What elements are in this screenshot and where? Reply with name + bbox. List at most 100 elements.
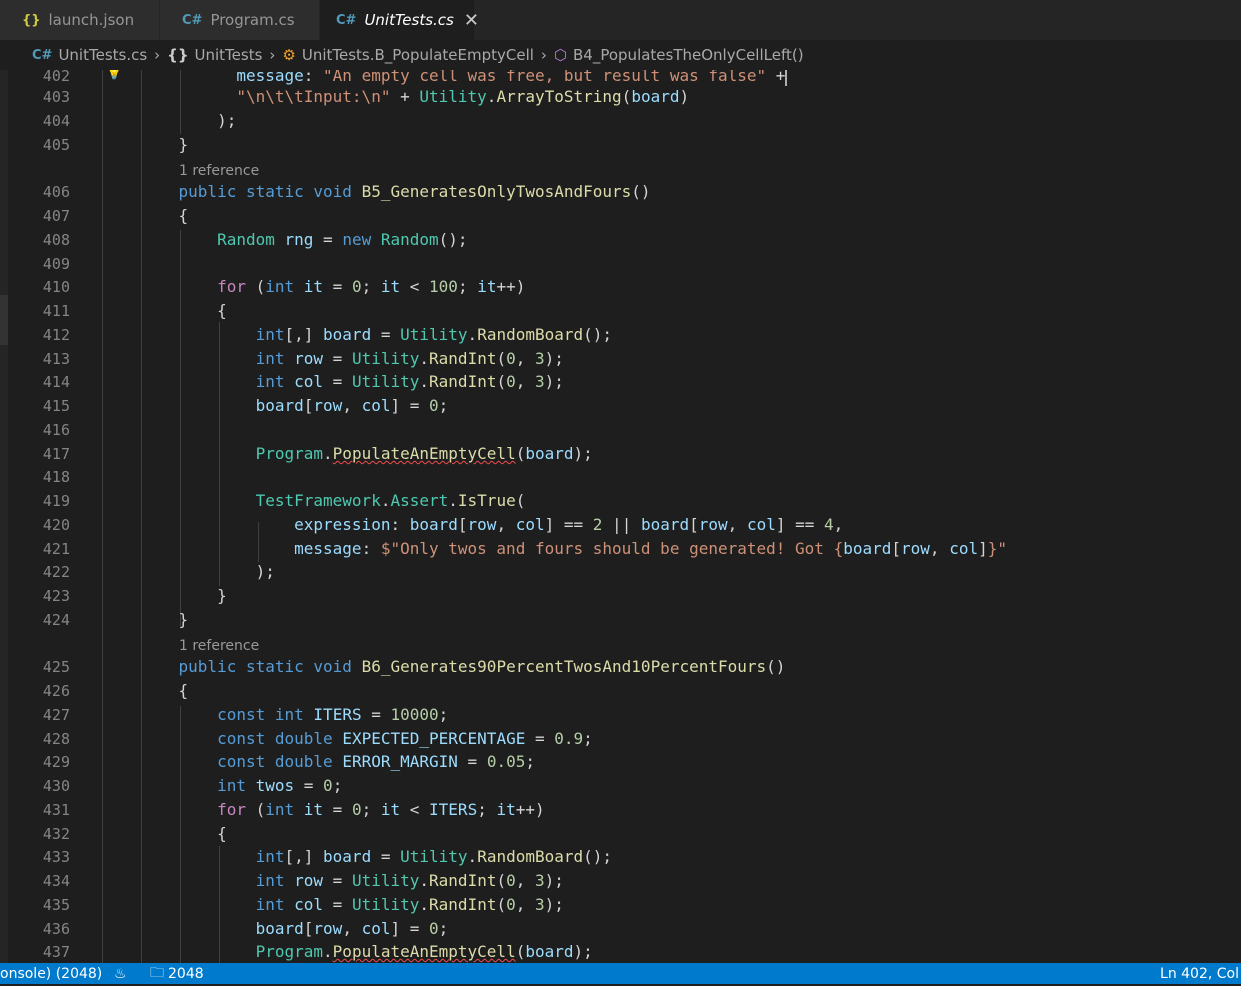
code-line[interactable]: 435 int col = Utility.RandInt(0, 3); [0,893,1241,917]
code-text: } [140,586,227,605]
line-number: 430 [42,777,70,795]
close-icon[interactable]: ✕ [464,10,479,31]
code-text: int col = Utility.RandInt(0, 3); [255,372,564,391]
code-line[interactable]: 408 Random rng = new Random(); [0,228,1241,252]
method-cube-icon: ⬡ [553,46,568,64]
chevron-right-icon: › [540,46,547,64]
line-number: 410 [42,278,70,296]
code-line[interactable]: 409 [0,252,1241,276]
code-text: ); [140,111,237,130]
code-line[interactable]: 419 TestFramework.Assert.IsTrue( [0,489,1241,513]
code-line[interactable]: 431 for (int it = 0; it < ITERS; it++) [0,798,1241,822]
code-text: public static void B5_GeneratesOnlyTwosA… [178,182,651,201]
code-text: Program.PopulateAnEmptyCell(board); [255,942,593,961]
line-number: 411 [42,302,70,320]
code-line[interactable]: 420 expression: board[row, col] == 2 || … [0,513,1241,537]
breadcrumb-item-class[interactable]: UnitTests.B_PopulateEmptyCell [302,46,534,64]
code-line[interactable]: 407 { [0,204,1241,228]
line-number: 417 [42,445,70,463]
code-text: const double ERROR_MARGIN = 0.05; [217,752,535,771]
code-text: Program.PopulateAnEmptyCell(board); [255,444,593,463]
code-line[interactable]: 421 message: $"Only twos and fours shoul… [0,537,1241,561]
code-text: } [140,135,189,154]
status-folder[interactable]: 🗀 2048 [150,963,204,984]
namespace-braces-icon: {} [167,46,189,64]
code-text: { [140,301,227,320]
folder-icon: 🗀 [150,964,164,981]
code-line[interactable]: 432 { [0,822,1241,846]
csharp-file-icon: C# [336,12,357,28]
line-number: 414 [42,373,70,391]
code-line[interactable]: 433 int[,] board = Utility.RandomBoard()… [0,845,1241,869]
line-number: 426 [42,682,70,700]
code-line[interactable]: 412 int[,] board = Utility.RandomBoard()… [0,323,1241,347]
breadcrumb-item-namespace[interactable]: UnitTests [195,46,263,64]
code-line[interactable]: 411 { [0,299,1241,323]
code-line[interactable]: 427 const int ITERS = 10000; [0,703,1241,727]
code-line[interactable]: 406 public static void B5_GeneratesOnlyT… [0,180,1241,204]
line-number: 405 [42,136,70,154]
code-line[interactable]: 428 const double EXPECTED_PERCENTAGE = 0… [0,727,1241,751]
line-number: 418 [42,468,70,486]
code-text: for (int it = 0; it < ITERS; it++) [217,800,545,819]
line-number: 420 [42,516,70,534]
code-line[interactable]: 410 for (int it = 0; it < 100; it++) [0,275,1241,299]
breadcrumb-item-method[interactable]: B4_PopulatesTheOnlyCellLeft() [573,46,804,64]
line-number: 416 [42,421,70,439]
code-text: int col = Utility.RandInt(0, 3); [255,895,564,914]
code-line[interactable]: 417 Program.PopulateAnEmptyCell(board); [0,442,1241,466]
line-number: 407 [42,207,70,225]
code-line[interactable]: 405 } [0,133,1241,157]
code-text: ); [140,562,275,581]
code-line[interactable]: 404 ); [0,109,1241,133]
code-line[interactable]: 434 int row = Utility.RandInt(0, 3); [0,869,1241,893]
code-line[interactable]: 403 "\n\t\tInput:\n" + Utility.ArrayToSt… [0,85,1241,109]
tab-label: launch.json [48,11,135,29]
code-editor[interactable]: 402 💡 message: "An empty cell was free, … [0,70,1241,963]
code-line[interactable]: 429 const double ERROR_MARGIN = 0.05; [0,750,1241,774]
code-line[interactable]: 425 public static void B6_Generates90Per… [0,655,1241,679]
status-cursor-position[interactable]: Ln 402, Col [1160,963,1239,984]
line-number: 406 [42,183,70,201]
code-text: int row = Utility.RandInt(0, 3); [255,871,564,890]
code-text: board[row, col] = 0; [255,396,449,415]
status-folder-label: 2048 [168,965,204,982]
line-number: 413 [42,350,70,368]
line-number: 419 [42,492,70,510]
line-number: 434 [42,872,70,890]
tab-unittests-cs[interactable]: C# UnitTests.cs ✕ [320,0,479,40]
tab-launch-json[interactable]: {} launch.json [0,0,160,40]
code-text: expression: board[row, col] == 2 || boar… [294,515,844,534]
code-line[interactable]: 436 board[row, col] = 0; [0,917,1241,941]
code-text: const int ITERS = 10000; [217,705,449,724]
code-line[interactable]: 437 Program.PopulateAnEmptyCell(board); [0,940,1241,963]
line-number: 412 [42,326,70,344]
code-line[interactable]: 413 int row = Utility.RandInt(0, 3); [0,347,1241,371]
code-text: board[row, col] = 0; [255,919,449,938]
line-number: 427 [42,706,70,724]
lightbulb-icon[interactable]: 💡 [106,70,122,84]
code-text: { [140,824,227,843]
code-line[interactable]: 423 } [0,584,1241,608]
line-number: 403 [42,88,70,106]
chevron-right-icon: › [154,46,161,64]
tab-label: UnitTests.cs [364,11,454,29]
codelens-references[interactable]: 1 reference [179,635,259,657]
csharp-file-icon: C# [182,12,203,28]
code-line[interactable]: 424 } [0,608,1241,632]
line-number: 431 [42,801,70,819]
code-line[interactable]: 414 int col = Utility.RandInt(0, 3); [0,370,1241,394]
codelens-references[interactable]: 1 reference [179,160,259,182]
code-line[interactable]: 416 [0,418,1241,442]
code-text: const double EXPECTED_PERCENTAGE = 0.9; [217,729,593,748]
status-debug-config[interactable]: onsole) (2048) [0,963,102,984]
flame-icon[interactable]: ♨ [114,963,127,984]
breadcrumb-item-file[interactable]: UnitTests.cs [58,46,147,64]
code-line[interactable]: 422 ); [0,560,1241,584]
line-number: 433 [42,848,70,866]
tab-program-cs[interactable]: C# Program.cs [160,0,320,40]
code-line[interactable]: 415 board[row, col] = 0; [0,394,1241,418]
code-line[interactable]: 430 int twos = 0; [0,774,1241,798]
code-line[interactable]: 418 [0,465,1241,489]
code-line[interactable]: 426 { [0,679,1241,703]
